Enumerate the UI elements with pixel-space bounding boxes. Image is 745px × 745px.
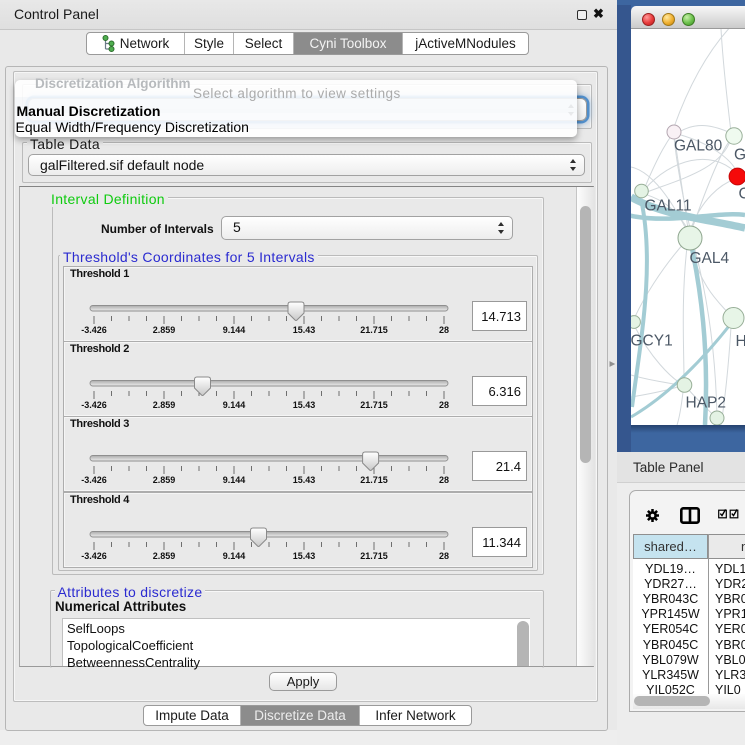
svg-text:HAP2: HAP2 <box>686 395 727 412</box>
svg-text:GAL4: GAL4 <box>690 250 730 267</box>
svg-text:GAL80: GAL80 <box>674 138 723 155</box>
svg-text:GCY1: GCY1 <box>631 333 673 350</box>
svg-text:C: C <box>739 186 745 203</box>
svg-text:GA: GA <box>734 147 745 164</box>
svg-text:H: H <box>736 333 745 350</box>
svg-text:GAL11: GAL11 <box>645 198 692 215</box>
